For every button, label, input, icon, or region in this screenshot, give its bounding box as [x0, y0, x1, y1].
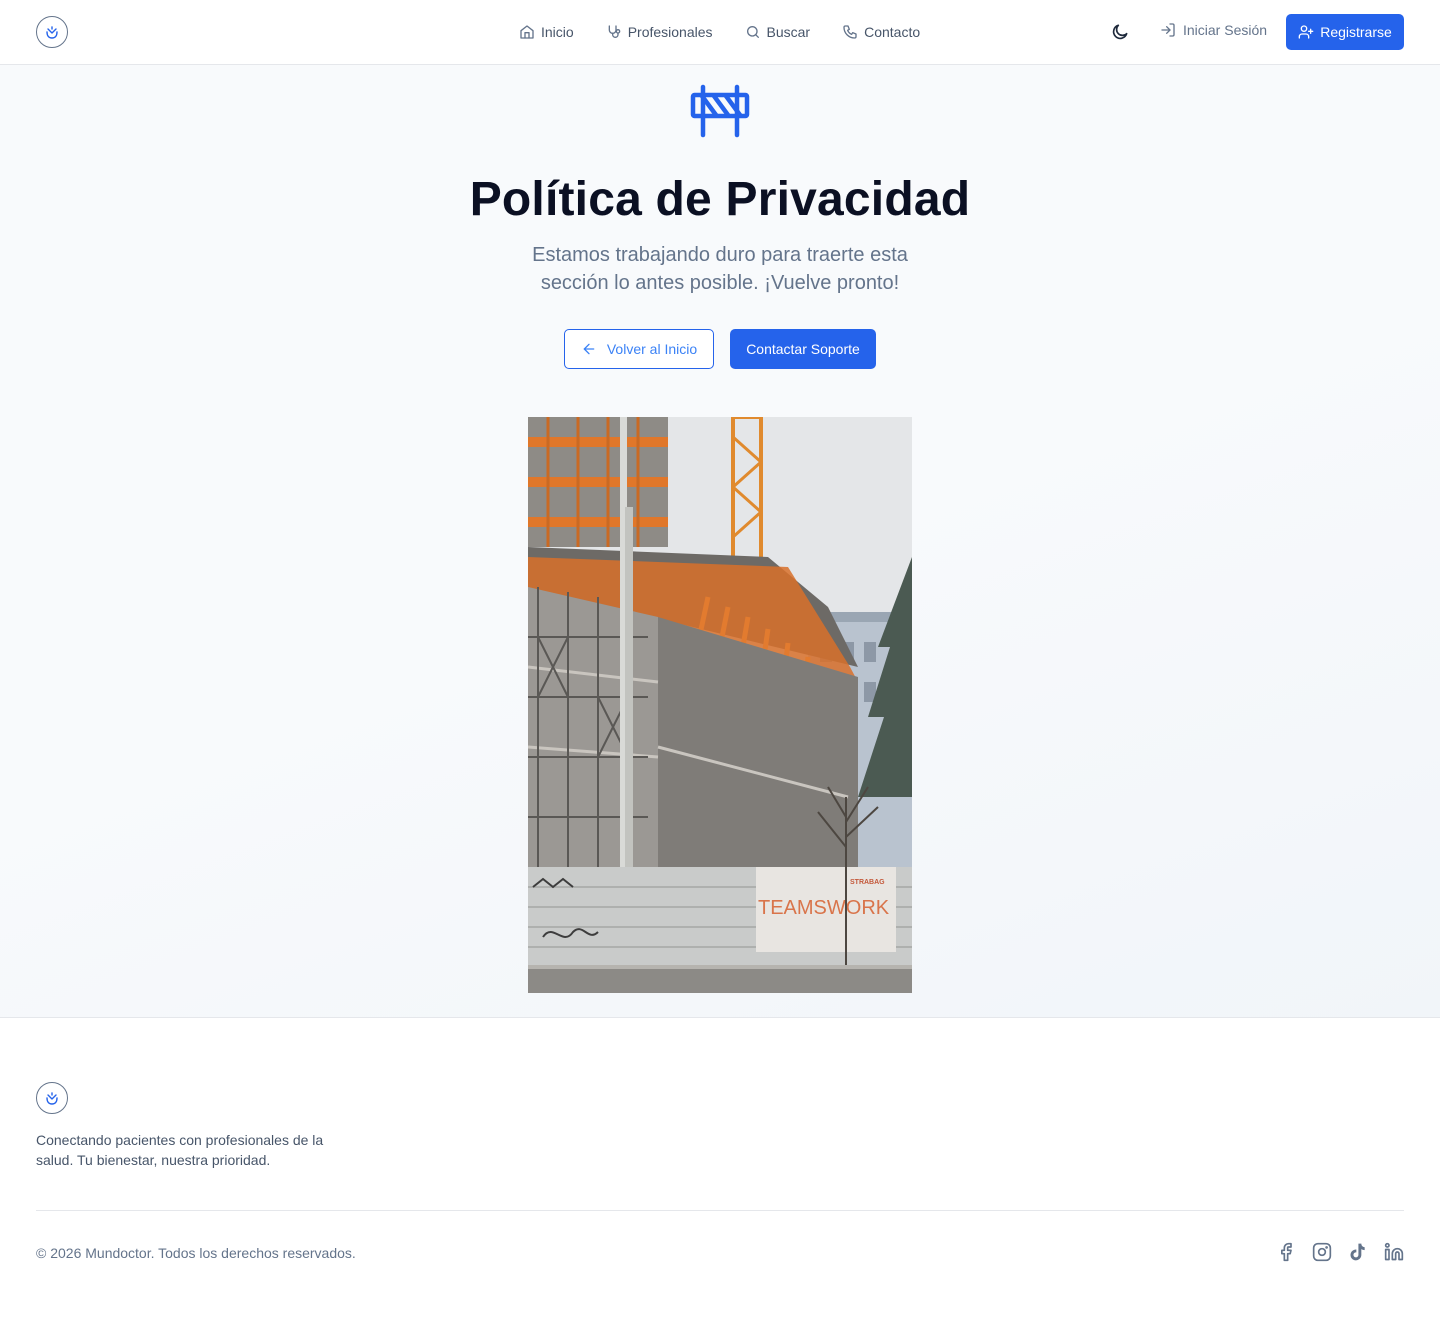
- home-icon: [520, 25, 534, 39]
- tiktok-icon[interactable]: [1348, 1242, 1368, 1262]
- back-home-button[interactable]: Volver al Inicio: [564, 329, 714, 369]
- back-home-label: Volver al Inicio: [606, 341, 698, 357]
- main-nav: Inicio Profesionales Buscar Contacto: [519, 22, 952, 42]
- contact-support-button[interactable]: Contactar Soporte: [730, 329, 876, 369]
- phone-icon: [843, 25, 857, 39]
- theme-toggle-moon-icon[interactable]: [1110, 22, 1130, 42]
- construction-site-image: TEAMSWORK STRABAG: [528, 417, 912, 993]
- arrow-left-icon: [583, 343, 595, 355]
- instagram-icon[interactable]: [1312, 1242, 1332, 1262]
- footer: Conectando pacientes con profesionales d…: [0, 1018, 1440, 1327]
- user-plus-icon: [1298, 25, 1314, 39]
- sign-brand: STRABAG: [850, 879, 885, 886]
- top-navbar: Inicio Profesionales Buscar Contacto Ini…: [0, 0, 1440, 65]
- contact-support-label: Contactar Soporte: [746, 341, 860, 357]
- social-links: [1276, 1242, 1404, 1262]
- footer-tagline: Conectando pacientes con profesionales d…: [36, 1132, 324, 1168]
- mundoctor-logo-icon[interactable]: [36, 1082, 68, 1114]
- linkedin-icon[interactable]: [1384, 1242, 1404, 1262]
- page-title: Política de Privacidad: [469, 173, 971, 226]
- nav-item-label: Profesionales: [627, 24, 713, 40]
- log-in-icon: [1161, 23, 1175, 37]
- under-construction-section: Política de Privacidad Estamos trabajand…: [0, 65, 1440, 1018]
- nav-item-label: Buscar: [766, 24, 811, 40]
- sign-text: TEAMSWORK: [758, 897, 890, 919]
- nav-item-buscar[interactable]: Buscar: [745, 24, 811, 40]
- mundoctor-logo-icon[interactable]: [36, 16, 68, 48]
- stethoscope-icon: [608, 25, 621, 38]
- page-subtitle: Estamos trabajando duro para traerte est…: [532, 244, 908, 294]
- login-label: Iniciar Sesión: [1183, 22, 1268, 38]
- login-link[interactable]: Iniciar Sesión: [1160, 22, 1267, 38]
- facebook-icon[interactable]: [1276, 1242, 1296, 1262]
- construction-barrier-icon: [690, 84, 750, 138]
- nav-item-label: Contacto: [864, 24, 921, 40]
- search-icon: [746, 26, 759, 38]
- nav-item-inicio[interactable]: Inicio: [519, 24, 574, 40]
- nav-item-label: Inicio: [541, 24, 574, 40]
- footer-divider: [36, 1210, 1404, 1211]
- copyright-text: © 2026 Mundoctor. Todos los derechos res…: [36, 1245, 356, 1261]
- register-label: Registrarse: [1320, 24, 1392, 40]
- register-button[interactable]: Registrarse: [1286, 14, 1404, 50]
- nav-item-contacto[interactable]: Contacto: [842, 24, 920, 40]
- nav-item-profesionales[interactable]: Profesionales: [606, 24, 713, 40]
